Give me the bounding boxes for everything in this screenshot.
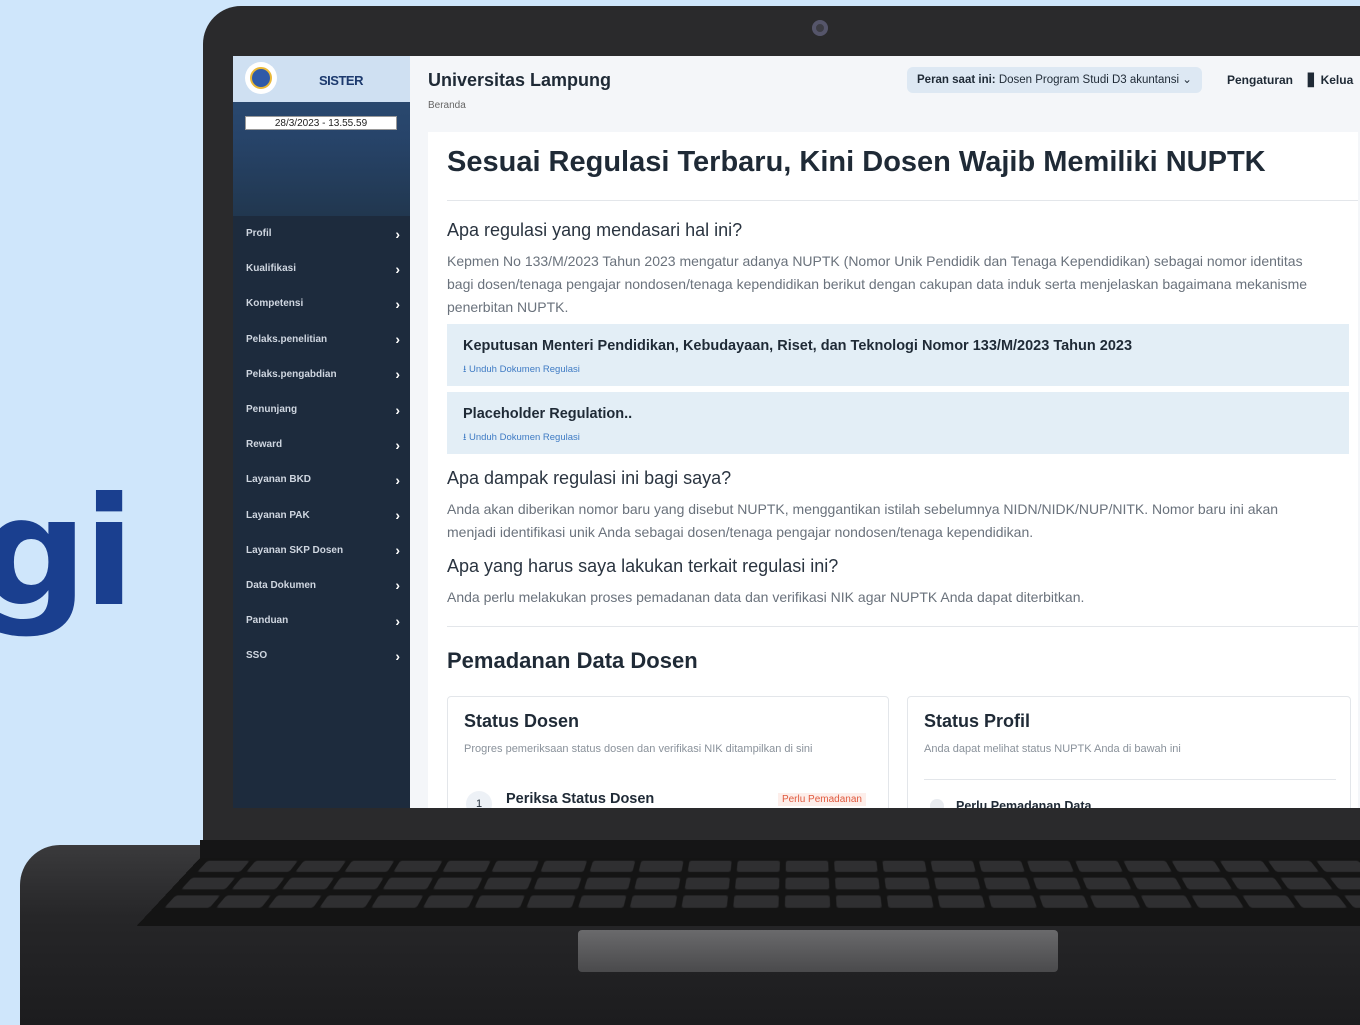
sidebar-item-label: Layanan BKD [246, 474, 312, 486]
logout-label: Kelua [1320, 73, 1354, 87]
sidebar-item-pengabdian[interactable]: Pelaks.pengabdian › [233, 357, 410, 392]
divider [447, 200, 1358, 201]
panel-title: Status Profil [924, 711, 1031, 731]
breadcrumb[interactable]: Beranda [428, 100, 466, 111]
background-headline-fragment: gi [0, 466, 135, 640]
chevron-right-icon: › [395, 260, 400, 277]
download-regulation-link[interactable]: ⭳ Unduh Dokumen Regulasi [463, 362, 580, 378]
regulation-title: Placeholder Regulation.. [463, 406, 633, 422]
sidebar-item-label: Profil [246, 228, 272, 240]
sidebar-item-layanan-skp[interactable]: Layanan SKP Dosen › [233, 533, 410, 568]
app-brand[interactable]: SISTER [319, 73, 363, 88]
chevron-right-icon: › [395, 436, 400, 453]
divider [447, 626, 1358, 627]
chevron-right-icon: › [395, 225, 400, 242]
sidebar-item-label: Layanan PAK [246, 509, 310, 521]
laptop-hinge [200, 840, 1360, 858]
sidebar-item-kompetensi[interactable]: Kompetensi › [233, 286, 410, 321]
download-label: Unduh Dokumen Regulasi [468, 364, 580, 375]
sidebar-item-label: Kualifikasi [246, 263, 297, 275]
sidebar-item-penelitian[interactable]: Pelaks.penelitian › [233, 322, 410, 357]
logout-link[interactable]: ▋ Kelua [1308, 73, 1353, 87]
sidebar-item-label: Pelaks.pengabdian [246, 368, 337, 380]
laptop-screen: SISTER 28/3/2023 - 13.55.59 Profil › Kual… [233, 56, 1360, 808]
sidebar-item-label: Data Dokumen [246, 579, 317, 591]
divider [924, 779, 1336, 780]
chevron-right-icon: › [395, 331, 400, 348]
chevron-right-icon: › [395, 577, 400, 594]
sidebar-item-penunjang[interactable]: Penunjang › [233, 392, 410, 427]
trackpad [578, 930, 1058, 972]
download-regulation-link[interactable]: ⭳ Unduh Dokumen Regulasi [463, 430, 580, 446]
status-profil-panel: Status Profil Anda dapat melihat status … [907, 696, 1351, 808]
sidebar-item-panduan[interactable]: Panduan › [233, 603, 410, 638]
role-selector[interactable]: Peran saat ini: Dosen Program Studi D3 a… [907, 67, 1202, 93]
question-action: Apa yang harus saya lakukan terkait regu… [447, 556, 839, 576]
section-title: Pemadanan Data Dosen [447, 648, 698, 673]
sidebar-item-reward[interactable]: Reward › [233, 427, 410, 462]
sidebar-item-data-dokumen[interactable]: Data Dokumen › [233, 568, 410, 603]
main-area: Universitas Lampung Beranda Peran saat i… [410, 56, 1360, 808]
role-value: Dosen Program Studi D3 akuntansi [998, 74, 1180, 86]
role-label: Peran saat ini: [917, 74, 996, 86]
chevron-right-icon: › [395, 471, 400, 488]
datetime-display: 28/3/2023 - 13.55.59 [245, 116, 397, 130]
headline: Sesuai Regulasi Terbaru, Kini Dosen Waji… [447, 146, 1266, 178]
step-label[interactable]: Periksa Status Dosen [506, 791, 654, 807]
question-impact: Apa dampak regulasi ini bagi saya? [447, 468, 732, 488]
chevron-right-icon: › [395, 647, 400, 664]
info-card: Sesuai Regulasi Terbaru, Kini Dosen Waji… [428, 132, 1358, 808]
panel-title: Status Dosen [464, 711, 580, 731]
download-label: Unduh Dokumen Regulasi [468, 432, 580, 443]
sidebar-item-label: Pelaks.penelitian [246, 333, 328, 345]
regulation-title: Keputusan Menteri Pendidikan, Kebudayaan… [463, 338, 1133, 354]
sidebar-item-profil[interactable]: Profil › [233, 216, 410, 251]
answer-regulation-basis: Kepmen No 133/M/2023 Tahun 2023 mengatur… [447, 253, 1308, 315]
answer-action: Anda perlu melakukan proses pemadanan da… [447, 589, 1085, 605]
chevron-right-icon: › [395, 612, 400, 629]
regulation-item: Placeholder Regulation.. ⭳ Unduh Dokumen… [447, 392, 1349, 454]
chevron-right-icon: › [395, 366, 400, 383]
status-radio[interactable] [930, 799, 944, 808]
step-number: 1 [466, 791, 492, 808]
regulation-item: Keputusan Menteri Pendidikan, Kebudayaan… [447, 324, 1349, 386]
laptop-keyboard [136, 858, 1360, 927]
answer-impact: Anda akan diberikan nomor baru yang dise… [447, 501, 1279, 540]
status-option-label: Perlu Pemadanan Data [956, 799, 1092, 808]
sidebar-item-label: Kompetensi [246, 298, 304, 310]
panel-subtitle: Anda dapat melihat status NUPTK Anda di … [924, 743, 1181, 755]
settings-link[interactable]: Pengaturan [1227, 73, 1293, 87]
chevron-down-icon: ⌄ [1182, 74, 1192, 86]
sidebar-item-label: Penunjang [246, 404, 298, 416]
sidebar-item-label: Reward [246, 439, 283, 451]
sidebar-menu: Profil › Kualifikasi › Kompetensi › Pelaks.… [233, 216, 410, 673]
sidebar-item-layanan-bkd[interactable]: Layanan BKD › [233, 462, 410, 497]
chevron-right-icon: › [395, 542, 400, 559]
sidebar-item-label: SSO [246, 650, 268, 662]
page-title: Universitas Lampung [428, 70, 612, 90]
top-bar: Universitas Lampung Beranda Peran saat i… [410, 56, 1360, 111]
chevron-right-icon: › [395, 295, 400, 312]
university-logo-icon[interactable] [245, 62, 277, 94]
sidebar-item-kualifikasi[interactable]: Kualifikasi › [233, 251, 410, 286]
panel-subtitle: Progres pemeriksaan status dosen dan ver… [464, 743, 813, 755]
chevron-right-icon: › [395, 507, 400, 524]
sidebar-item-label: Layanan SKP Dosen [246, 544, 344, 556]
download-icon: ⭳ [463, 364, 467, 375]
sidebar-item-sso[interactable]: SSO › [233, 638, 410, 673]
chevron-right-icon: › [395, 401, 400, 418]
sidebar-item-label: Panduan [246, 615, 289, 627]
sidebar-top: SISTER 28/3/2023 - 13.55.59 [233, 56, 410, 216]
door-icon: ▋ [1308, 73, 1318, 87]
question-regulation-basis: Apa regulasi yang mendasari hal ini? [447, 220, 743, 240]
sidebar: SISTER 28/3/2023 - 13.55.59 Profil › Kual… [233, 56, 410, 808]
sidebar-item-layanan-pak[interactable]: Layanan PAK › [233, 498, 410, 533]
status-badge: Perlu Pemadanan [777, 793, 866, 806]
status-dosen-panel: Status Dosen Progres pemeriksaan status … [447, 696, 889, 808]
webcam-icon [812, 20, 828, 36]
download-icon: ⭳ [463, 432, 467, 443]
